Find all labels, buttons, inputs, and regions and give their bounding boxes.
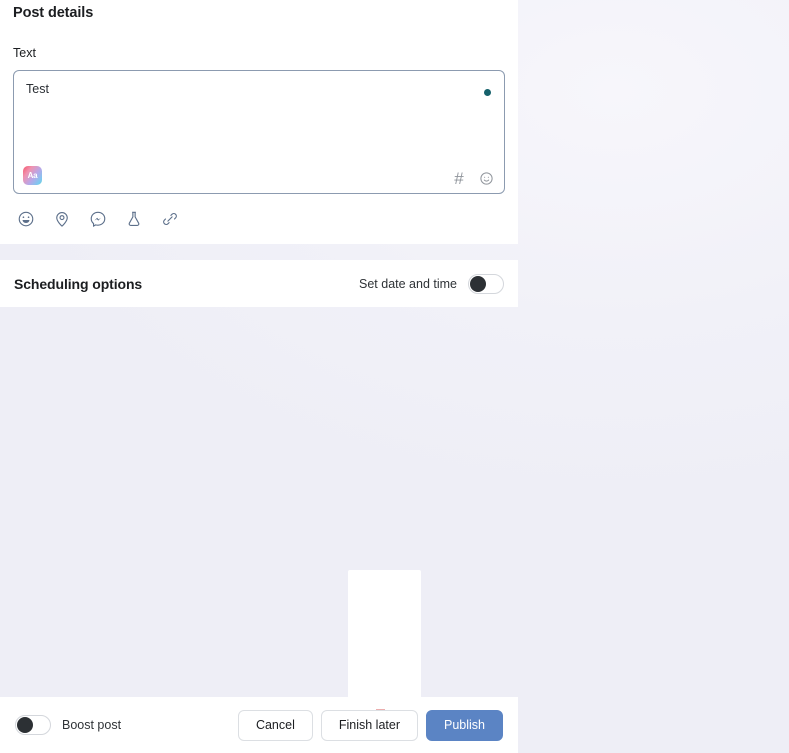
text-field-label: Text (13, 46, 36, 60)
messenger-icon[interactable] (88, 209, 107, 228)
text-field-toolbar: # (450, 169, 495, 187)
composer-column: Post details Text Test Aa # Scheduling o… (0, 0, 518, 307)
attachment-toolbar (13, 209, 505, 228)
set-date-and-time-label: Set date and time (359, 276, 457, 291)
post-text-value: Test (26, 82, 49, 96)
emoji-icon[interactable] (477, 169, 495, 187)
action-buttons: Cancel Finish later Publish (237, 709, 503, 741)
toggle-knob (470, 275, 486, 292)
text-format-badge-label: Aa (27, 170, 38, 180)
status-dot-indicator (484, 89, 491, 96)
flask-icon[interactable] (124, 209, 143, 228)
finish-later-button[interactable]: Finish later (320, 709, 418, 741)
action-bar: Boost post Cancel Finish later Publish (0, 697, 518, 753)
boost-post-label: Boost post (62, 718, 122, 732)
text-format-badge[interactable]: Aa (23, 166, 42, 185)
boost-post-group: Boost post (15, 715, 121, 735)
publish-button[interactable]: Publish (426, 709, 503, 741)
scheduling-options-title: Scheduling options (14, 275, 143, 292)
scheduling-control-group: Set date and time (359, 273, 504, 294)
location-pin-icon[interactable] (52, 209, 71, 228)
render-artifact (376, 709, 385, 710)
hashtag-glyph: # (454, 168, 464, 188)
link-icon[interactable] (160, 209, 179, 228)
set-date-and-time-toggle[interactable] (468, 273, 504, 294)
post-text-input[interactable]: Test Aa # (13, 70, 505, 194)
emoji-sticker-icon[interactable] (16, 209, 35, 228)
scheduling-options-panel: Scheduling options Set date and time (0, 260, 518, 307)
toggle-knob (17, 717, 33, 733)
boost-post-toggle[interactable] (15, 715, 51, 735)
floating-popover-card (348, 570, 421, 715)
page-title: Post details (13, 5, 94, 21)
panel-divider (0, 244, 518, 260)
hashtag-icon[interactable]: # (450, 169, 468, 187)
cancel-button[interactable]: Cancel (237, 709, 313, 741)
post-details-panel: Post details Text Test Aa # (0, 0, 518, 244)
